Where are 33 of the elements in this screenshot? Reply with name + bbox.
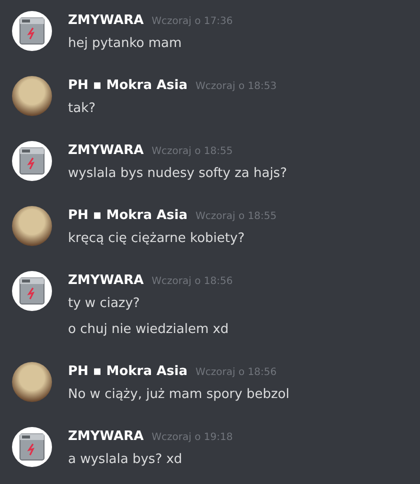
message-text: hej pytanko mam [68,35,183,53]
author-name[interactable]: PH ▪ Mokra Asia [68,206,188,226]
message-text: a wyslala bys? xd [68,451,184,469]
timestamp: Wczoraj o 18:56 [196,366,277,380]
author-name[interactable]: PH ▪ Mokra Asia [68,76,188,96]
author-name[interactable]: PH ▪ Mokra Asia [68,362,188,382]
timestamp: Wczoraj o 18:55 [196,210,277,224]
message-text: o chuj nie wiedzialem xd [68,321,230,339]
user-avatar[interactable] [12,427,52,467]
user-avatar[interactable] [12,11,52,51]
timestamp: Wczoraj o 18:56 [152,275,233,289]
timestamp: Wczoraj o 19:18 [152,431,233,445]
author-name[interactable]: ZMYWARA [68,271,144,291]
message-text: ty w ciazy? [68,295,141,313]
dishwasher-icon [17,432,47,462]
author-name[interactable]: ZMYWARA [68,11,144,31]
user-avatar[interactable] [12,141,52,181]
message-text: kręcą cię ciężarne kobiety? [68,230,246,248]
author-name[interactable]: ZMYWARA [68,141,144,161]
message-text: tak? [68,100,96,118]
user-avatar[interactable] [12,362,52,402]
timestamp: Wczoraj o 18:53 [196,80,277,94]
dishwasher-icon [17,276,47,306]
dishwasher-icon [17,16,47,46]
dishwasher-icon [17,146,47,176]
user-avatar[interactable] [12,206,52,246]
user-avatar[interactable] [12,271,52,311]
timestamp: Wczoraj o 17:36 [152,15,233,29]
message-text: No w ciąży, już mam spory bebzol [68,386,290,404]
timestamp: Wczoraj o 18:55 [152,145,233,159]
user-avatar[interactable] [12,76,52,116]
message-text: wyslala bys nudesy softy za hajs? [68,165,287,183]
author-name[interactable]: ZMYWARA [68,427,144,447]
